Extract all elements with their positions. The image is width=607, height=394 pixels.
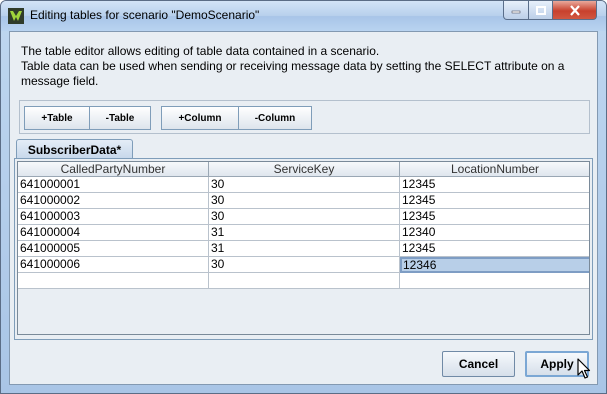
close-icon: [569, 4, 580, 16]
add-table-button[interactable]: +Table: [24, 106, 90, 130]
table-cell[interactable]: 30: [209, 177, 400, 193]
table-cell[interactable]: 30: [209, 257, 400, 273]
maximize-button[interactable]: [528, 1, 553, 20]
table-row[interactable]: 641000002 30 12345: [18, 193, 589, 209]
table-row[interactable]: 641000006 30 12346: [18, 257, 589, 273]
table-row[interactable]: 641000004 31 12340: [18, 225, 589, 241]
table-cell[interactable]: [18, 273, 209, 289]
table-toolbar: +Table -Table +Column -Column: [19, 100, 590, 134]
table-cell-selected[interactable]: 12346: [400, 257, 589, 273]
close-button[interactable]: [552, 1, 597, 20]
table-row[interactable]: 641000001 30 12345: [18, 177, 589, 193]
table-cell[interactable]: 641000003: [18, 209, 209, 225]
table-cell[interactable]: 641000004: [18, 225, 209, 241]
table-cell[interactable]: 30: [209, 209, 400, 225]
description-line-2: Table data can be used when sending or r…: [21, 59, 565, 88]
cancel-button[interactable]: Cancel: [442, 351, 515, 377]
dialog-content: The table editor allows editing of table…: [9, 31, 598, 385]
mouse-pointer-icon: [577, 358, 591, 379]
window-title: Editing tables for scenario "DemoScenari…: [30, 8, 260, 22]
table-cell[interactable]: 30: [209, 193, 400, 209]
table-cell[interactable]: 641000005: [18, 241, 209, 257]
minimize-icon: [511, 10, 521, 14]
title-bar[interactable]: Editing tables for scenario "DemoScenari…: [1, 1, 606, 31]
minimize-button[interactable]: [503, 1, 529, 20]
table-cell[interactable]: 12345: [400, 209, 589, 225]
tab-subscriberdata[interactable]: SubscriberData*: [16, 139, 133, 159]
table-cell[interactable]: 31: [209, 241, 400, 257]
data-table: CalledPartyNumber ServiceKey LocationNum…: [17, 161, 590, 335]
table-cell[interactable]: 12345: [400, 177, 589, 193]
column-header-servicekey[interactable]: ServiceKey: [209, 162, 400, 177]
table-row-empty[interactable]: [18, 273, 589, 289]
dialog-window: Editing tables for scenario "DemoScenari…: [0, 0, 607, 394]
tab-panel: CalledPartyNumber ServiceKey LocationNum…: [14, 158, 593, 340]
table-cell[interactable]: 31: [209, 225, 400, 241]
table-cell[interactable]: 12340: [400, 225, 589, 241]
table-cell[interactable]: [400, 273, 589, 289]
table-cell[interactable]: 641000002: [18, 193, 209, 209]
app-icon: [8, 8, 24, 24]
remove-table-button[interactable]: -Table: [89, 106, 151, 130]
table-cell[interactable]: [209, 273, 400, 289]
column-header-calledpartynumber[interactable]: CalledPartyNumber: [18, 162, 209, 177]
add-column-button[interactable]: +Column: [161, 106, 239, 130]
table-cell[interactable]: 641000006: [18, 257, 209, 273]
table-cell[interactable]: 12345: [400, 193, 589, 209]
description: The table editor allows editing of table…: [21, 44, 591, 89]
description-line-1: The table editor allows editing of table…: [21, 44, 380, 58]
table-row[interactable]: 641000005 31 12345: [18, 241, 589, 257]
table-cell[interactable]: 12345: [400, 241, 589, 257]
table-row[interactable]: 641000003 30 12345: [18, 209, 589, 225]
column-header-locationnumber[interactable]: LocationNumber: [400, 162, 589, 177]
maximize-icon: [535, 5, 546, 15]
remove-column-button[interactable]: -Column: [238, 106, 312, 130]
table-cell[interactable]: 641000001: [18, 177, 209, 193]
table-header: CalledPartyNumber ServiceKey LocationNum…: [18, 162, 589, 177]
